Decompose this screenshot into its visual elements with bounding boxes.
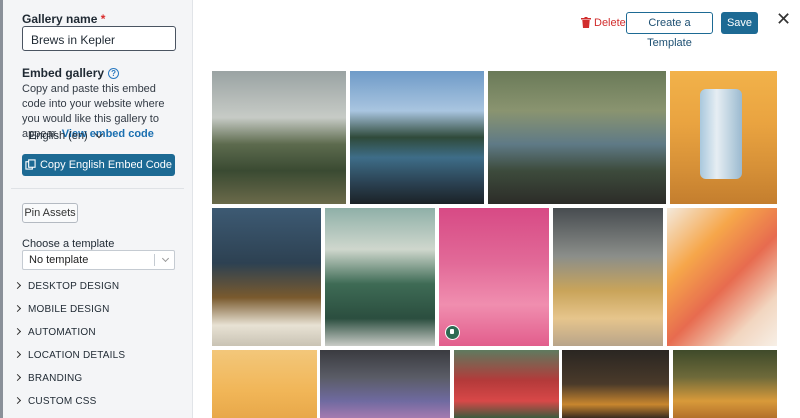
embed-gallery-label: Embed gallery? xyxy=(22,66,120,80)
section-mobile-design[interactable]: MOBILE DESIGN xyxy=(13,304,110,315)
save-button[interactable]: Save xyxy=(721,12,758,34)
gallery-photo-red-cans[interactable] xyxy=(454,350,559,418)
gallery-photo-citrus-bottles[interactable] xyxy=(667,208,777,346)
create-template-button[interactable]: Create a Template xyxy=(626,12,713,49)
chevron-right-icon xyxy=(13,396,22,405)
template-select[interactable]: No template xyxy=(22,250,175,270)
gallery-photo-marsh-sunset[interactable] xyxy=(212,71,346,204)
pin-icon[interactable] xyxy=(445,325,460,340)
gallery-photo-cans-pouring[interactable] xyxy=(320,350,450,418)
chevron-down-icon xyxy=(161,254,170,263)
copy-embed-code-button[interactable]: Copy English Embed Code xyxy=(22,154,175,176)
settings-panel: Gallery name * Brews in Kepler Embed gal… xyxy=(3,0,193,418)
copy-icon xyxy=(25,159,36,170)
gallery-photo-lake[interactable] xyxy=(350,71,484,204)
gallery-photo-moon-shot-prospect-cans[interactable] xyxy=(325,208,435,346)
divider xyxy=(11,188,184,189)
gallery-photo-glorioso-can[interactable] xyxy=(670,71,777,204)
close-icon[interactable]: ✕ xyxy=(776,10,791,28)
gallery-editor-modal: Gallery name * Brews in Kepler Embed gal… xyxy=(3,0,800,418)
section-branding[interactable]: BRANDING xyxy=(13,373,82,384)
gallery-photo-food-skewer[interactable] xyxy=(562,350,669,418)
gallery-preview-panel: Delete Create a Template Save ✕ xyxy=(193,0,800,418)
chevron-down-icon xyxy=(94,129,103,139)
gallery-photo-pink-glasses[interactable] xyxy=(437,206,551,348)
pin-assets-button[interactable]: Pin Assets xyxy=(22,203,78,223)
gallery-photo-beer-outdoor[interactable] xyxy=(673,350,777,418)
gallery-photo-canoe-rapids[interactable] xyxy=(488,71,666,204)
section-custom-css[interactable]: CUSTOM CSS xyxy=(13,396,97,407)
trash-icon xyxy=(581,17,591,28)
chevron-right-icon xyxy=(13,373,22,382)
section-automation[interactable]: AUTOMATION xyxy=(13,327,96,338)
choose-template-label: Choose a template xyxy=(22,238,115,250)
chevron-right-icon xyxy=(13,350,22,359)
section-desktop-design[interactable]: DESKTOP DESIGN xyxy=(13,281,119,292)
help-icon[interactable]: ? xyxy=(108,68,120,79)
gallery-name-label: Gallery name * xyxy=(22,12,106,26)
chevron-right-icon xyxy=(13,304,22,313)
delete-button[interactable]: Delete xyxy=(581,17,626,29)
required-mark: * xyxy=(100,12,106,26)
gallery-name-input[interactable]: Brews in Kepler xyxy=(22,26,176,51)
language-dropdown[interactable]: English (en) xyxy=(29,129,103,142)
gallery-photo-beer-taps[interactable] xyxy=(553,208,663,346)
chevron-right-icon xyxy=(13,327,22,336)
section-location-details[interactable]: LOCATION DETAILS xyxy=(13,350,125,361)
chevron-right-icon xyxy=(13,281,22,290)
gallery-photo-beer-glass-yellow[interactable] xyxy=(212,350,317,418)
gallery-photo-beer-bottles[interactable] xyxy=(212,208,321,346)
